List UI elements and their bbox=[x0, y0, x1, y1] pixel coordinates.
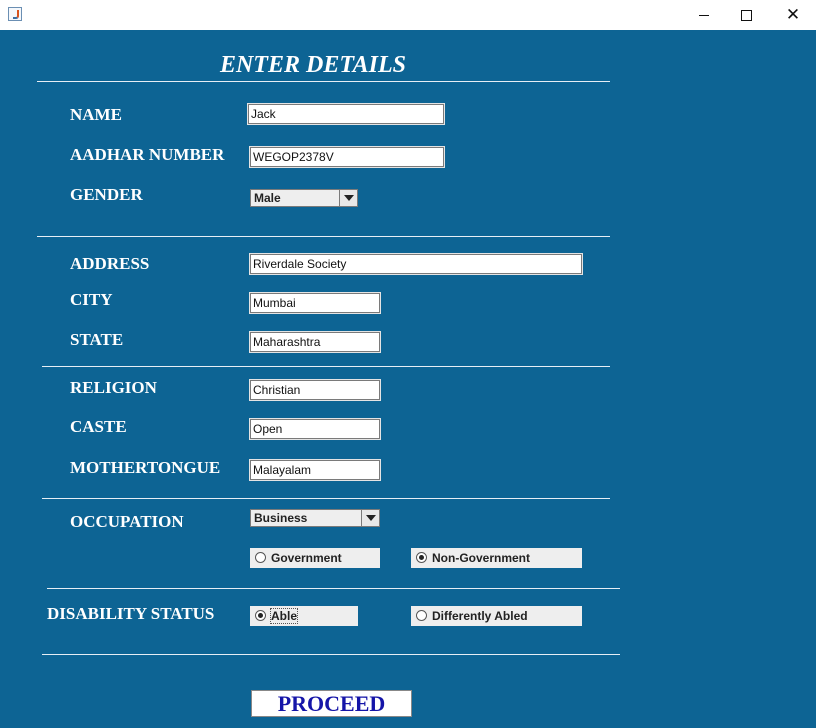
city-field[interactable]: Mumbai bbox=[249, 292, 381, 314]
gender-label: GENDER bbox=[70, 185, 143, 204]
occupation-label: OCCUPATION bbox=[70, 512, 184, 531]
close-button[interactable]: ✕ bbox=[770, 0, 816, 30]
gender-selected-value: Male bbox=[254, 191, 281, 205]
state-field[interactable]: Maharashtra bbox=[249, 331, 381, 353]
mothertongue-field[interactable]: Malayalam bbox=[249, 459, 381, 481]
name-field[interactable]: Jack bbox=[247, 103, 445, 125]
gender-dropdown[interactable]: Male bbox=[250, 189, 358, 207]
caste-label: CASTE bbox=[70, 417, 127, 436]
aadhar-label: AADHAR NUMBER bbox=[70, 145, 225, 164]
address-label: ADDRESS bbox=[70, 254, 150, 273]
city-label: CITY bbox=[70, 290, 113, 309]
radio-checked-icon bbox=[416, 552, 427, 563]
mothertongue-label: MOTHERTONGUE bbox=[70, 458, 221, 477]
disability-able-radio[interactable]: Able bbox=[250, 606, 358, 626]
java-cup-icon bbox=[8, 7, 22, 21]
address-field[interactable]: Riverdale Society bbox=[249, 253, 583, 275]
divider bbox=[42, 498, 610, 499]
occupation-selected-value: Business bbox=[254, 511, 308, 525]
disability-label: DISABILITY STATUS bbox=[47, 604, 215, 623]
state-label: STATE bbox=[70, 330, 124, 349]
religion-label: RELIGION bbox=[70, 378, 157, 397]
radio-unchecked-icon bbox=[255, 552, 266, 563]
title-bar: ✕ bbox=[0, 0, 816, 31]
chevron-down-icon[interactable] bbox=[339, 190, 357, 206]
proceed-button[interactable]: PROCEED bbox=[251, 690, 412, 717]
divider bbox=[42, 366, 610, 367]
disability-differently-abled-radio[interactable]: Differently Abled bbox=[411, 606, 582, 626]
maximize-button[interactable] bbox=[723, 0, 769, 30]
radio-label: Differently Abled bbox=[432, 609, 528, 623]
divider bbox=[37, 81, 610, 82]
radio-label: Government bbox=[271, 551, 342, 565]
page-title: ENTER DETAILS bbox=[219, 52, 407, 78]
occupation-non-government-radio[interactable]: Non-Government bbox=[411, 548, 582, 568]
radio-label: Able bbox=[269, 608, 299, 624]
religion-field[interactable]: Christian bbox=[249, 379, 381, 401]
radio-label: Non-Government bbox=[432, 551, 531, 565]
divider bbox=[37, 236, 610, 237]
divider bbox=[42, 654, 620, 655]
aadhar-field[interactable]: WEGOP2378V bbox=[249, 146, 445, 168]
chevron-down-icon[interactable] bbox=[361, 510, 379, 526]
minimize-button[interactable] bbox=[681, 0, 727, 30]
name-label: NAME bbox=[70, 105, 122, 124]
radio-unchecked-icon bbox=[416, 610, 427, 621]
occupation-dropdown[interactable]: Business bbox=[250, 509, 380, 527]
caste-field[interactable]: Open bbox=[249, 418, 381, 440]
occupation-government-radio[interactable]: Government bbox=[250, 548, 380, 568]
radio-checked-icon bbox=[255, 610, 266, 621]
divider bbox=[47, 588, 620, 589]
